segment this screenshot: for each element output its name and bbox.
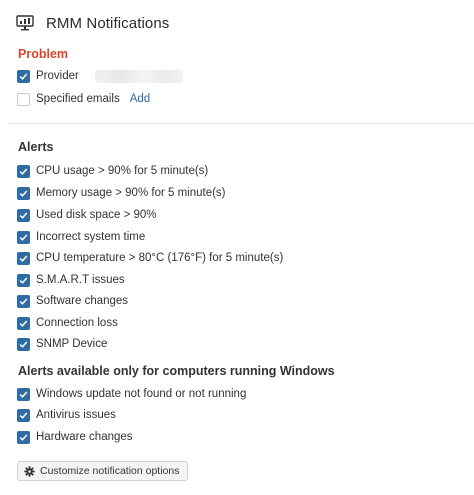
- alert-row-cpu-temperature[interactable]: CPU temperature > 80°C (176°F) for 5 min…: [17, 249, 283, 267]
- provider-label: Provider: [36, 70, 79, 82]
- alert-row-disk-space[interactable]: Used disk space > 90%: [17, 206, 157, 224]
- windows-alert-row-antivirus[interactable]: Antivirus issues: [17, 406, 116, 424]
- smart-issues-label: S.M.A.R.T issues: [36, 274, 125, 286]
- customize-button-label: Customize notification options: [40, 465, 180, 477]
- disk-space-checkbox[interactable]: [17, 208, 30, 222]
- windows-alert-row-hardware-changes[interactable]: Hardware changes: [17, 428, 133, 446]
- windows-update-label: Windows update not found or not running: [36, 388, 247, 400]
- system-time-label: Incorrect system time: [36, 231, 146, 243]
- connection-loss-label: Connection loss: [36, 317, 118, 329]
- section-divider: [8, 123, 474, 124]
- cpu-temperature-checkbox[interactable]: [17, 251, 30, 265]
- system-time-checkbox[interactable]: [17, 230, 30, 244]
- alert-row-smart-issues[interactable]: S.M.A.R.T issues: [17, 271, 125, 289]
- problem-section-title: Problem: [18, 47, 69, 61]
- customize-notification-options-button[interactable]: Customize notification options: [17, 461, 188, 481]
- monitor-chart-icon: [16, 15, 34, 31]
- problem-row-specified-emails[interactable]: Specified emails Add: [17, 90, 150, 108]
- antivirus-label: Antivirus issues: [36, 409, 116, 421]
- page-title: RMM Notifications: [46, 14, 170, 32]
- add-emails-link[interactable]: Add: [130, 93, 150, 105]
- hardware-changes-label: Hardware changes: [36, 431, 133, 443]
- disk-space-label: Used disk space > 90%: [36, 209, 157, 221]
- connection-loss-checkbox[interactable]: [17, 316, 30, 330]
- redacted-provider-value: [94, 69, 183, 83]
- rmm-notifications-panel: RMM Notifications Problem Provider Speci…: [0, 0, 474, 495]
- alert-row-snmp-device[interactable]: SNMP Device: [17, 335, 107, 353]
- panel-header: RMM Notifications: [16, 10, 169, 36]
- windows-alerts-section-title: Alerts available only for computers runn…: [18, 364, 335, 378]
- alert-row-connection-loss[interactable]: Connection loss: [17, 314, 118, 332]
- alerts-section-title: Alerts: [18, 140, 54, 154]
- alert-row-memory-usage[interactable]: Memory usage > 90% for 5 minute(s): [17, 184, 226, 202]
- cpu-usage-label: CPU usage > 90% for 5 minute(s): [36, 165, 209, 177]
- snmp-device-label: SNMP Device: [36, 338, 108, 350]
- provider-checkbox[interactable]: [17, 69, 30, 83]
- memory-usage-label: Memory usage > 90% for 5 minute(s): [36, 187, 226, 199]
- cpu-temperature-label: CPU temperature > 80°C (176°F) for 5 min…: [36, 252, 284, 264]
- snmp-device-checkbox[interactable]: [17, 337, 30, 351]
- software-changes-label: Software changes: [36, 295, 129, 307]
- alert-row-software-changes[interactable]: Software changes: [17, 292, 128, 310]
- software-changes-checkbox[interactable]: [17, 294, 30, 308]
- smart-issues-checkbox[interactable]: [17, 273, 30, 287]
- memory-usage-checkbox[interactable]: [17, 186, 30, 200]
- alert-row-system-time[interactable]: Incorrect system time: [17, 228, 145, 246]
- windows-update-checkbox[interactable]: [17, 387, 30, 401]
- windows-alert-row-windows-update[interactable]: Windows update not found or not running: [17, 385, 246, 403]
- specified-emails-checkbox[interactable]: [17, 92, 30, 106]
- cpu-usage-checkbox[interactable]: [17, 164, 30, 178]
- specified-emails-label: Specified emails: [36, 93, 120, 105]
- problem-row-provider[interactable]: Provider: [17, 67, 183, 85]
- alert-row-cpu-usage[interactable]: CPU usage > 90% for 5 minute(s): [17, 162, 208, 180]
- antivirus-checkbox[interactable]: [17, 408, 30, 422]
- gear-icon: [24, 465, 35, 477]
- hardware-changes-checkbox[interactable]: [17, 430, 30, 444]
